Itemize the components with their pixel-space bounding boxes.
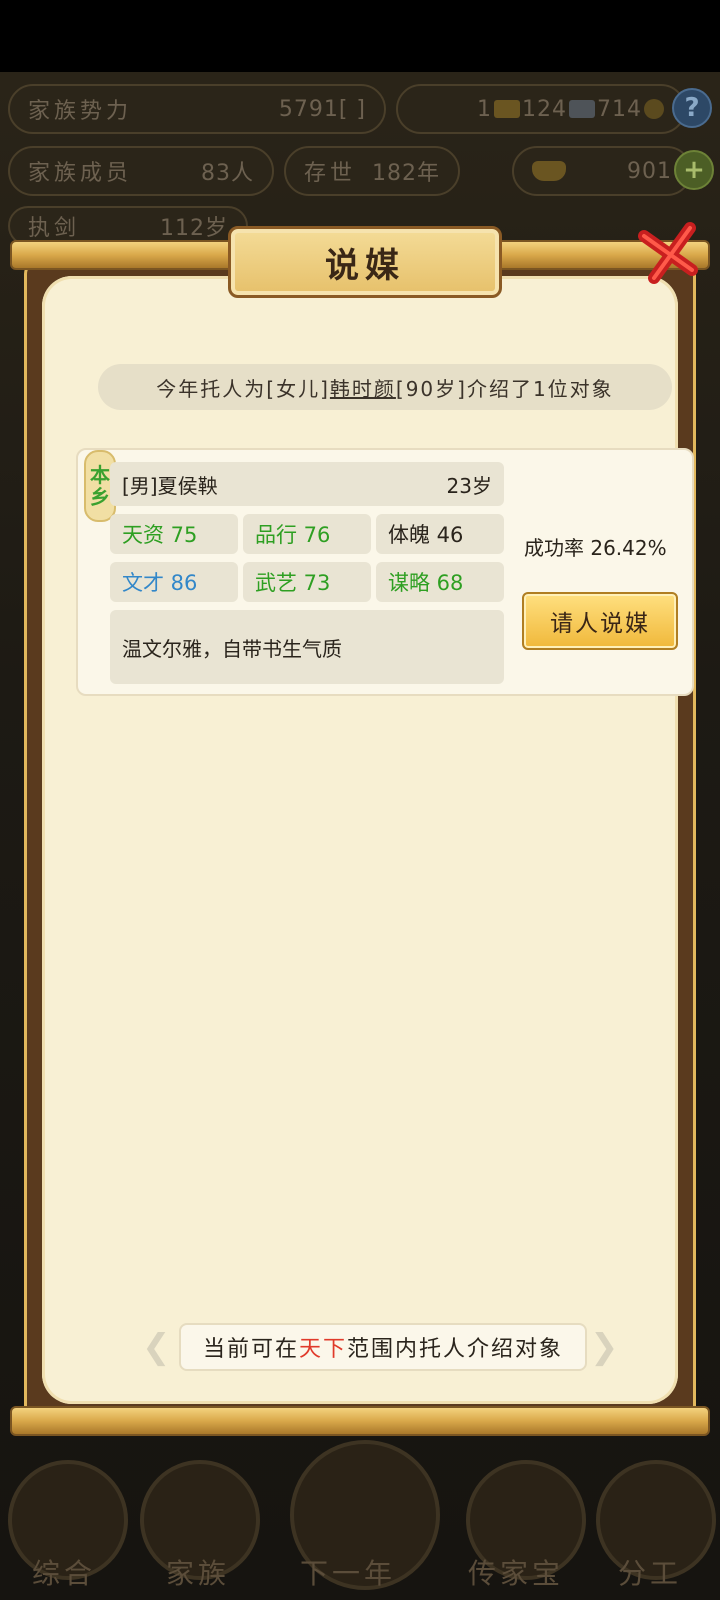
matchmaking-dialog: 今年托人为[女儿] 韩时颜 [90岁]介绍了1位对象 本 乡 [男]夏侯鞅 23… (10, 222, 710, 1440)
stat-conduct: 品行 76 (243, 514, 371, 554)
daughter-name-link[interactable]: 韩时颜 (330, 373, 396, 402)
stat-strategy: 谋略 68 (376, 562, 504, 602)
currency-pill: 1 124 714 (396, 84, 686, 134)
generations-pill: 存世 182年 (284, 146, 460, 196)
members-pill: 家族成员 83人 (8, 146, 274, 196)
candidate-name: [男]夏侯鞅 (122, 473, 218, 498)
clan-power-label: 家族势力 (28, 99, 133, 124)
clan-head-age: 112岁 (160, 216, 228, 241)
generations-label: 存世 (304, 161, 357, 186)
dialog-title-plaque: 说媒 (228, 226, 502, 298)
origin-tag-line1: 本 (90, 463, 110, 487)
gold-ingot-icon (494, 100, 520, 118)
stat-physique: 体魄 46 (376, 514, 504, 554)
yuanbao-value: 901 (627, 158, 672, 184)
clan-power-pill: 家族势力 5791[ ] (8, 84, 386, 134)
clan-head-label: 执剑 (28, 216, 81, 241)
candidate-name-row: [男]夏侯鞅 23岁 (110, 462, 504, 506)
dialog-paper: 今年托人为[女儿] 韩时颜 [90岁]介绍了1位对象 本 乡 [男]夏侯鞅 23… (42, 276, 694, 1404)
gold-ingot-count: 1 (477, 96, 492, 122)
silver-ingot-count: 124 (522, 96, 567, 122)
nav-next-year-label: 下一年 (300, 1557, 397, 1590)
clan-power-value: 5791[ ] (278, 96, 366, 122)
close-icon (638, 222, 698, 284)
footer-note: ❮ 当前可在 天下 范围内托人介绍对象 ❯ (142, 1323, 624, 1371)
yuanbao-icon (532, 161, 566, 181)
candidate-card: 本 乡 [男]夏侯鞅 23岁 天资 75 品行 76 体魄 46 文才 86 武… (76, 448, 694, 696)
coin-icon (644, 99, 664, 119)
footer-highlight: 天下 (298, 1337, 347, 1362)
bottom-nav: 综合 家族 下一年 传家宝 分工 (0, 1440, 720, 1600)
status-bar (0, 0, 720, 72)
nav-assign-label: 分工 (618, 1557, 683, 1590)
origin-tag-line2: 乡 (90, 485, 110, 509)
nav-general-label: 综合 (32, 1557, 97, 1590)
nav-clan-label: 家族 (166, 1557, 231, 1590)
stat-martial: 武艺 73 (243, 562, 371, 602)
footer-pill: 当前可在 天下 范围内托人介绍对象 (178, 1323, 588, 1371)
chevron-left-icon: ❮ (142, 1327, 171, 1367)
bottom-scroll-rod (10, 1406, 710, 1436)
close-button[interactable] (634, 218, 702, 286)
yuanbao-pill: 901 (512, 146, 692, 196)
footer-suffix: 范围内托人介绍对象 (347, 1337, 564, 1362)
chevron-right-icon: ❯ (590, 1327, 619, 1367)
candidate-description: 温文尔雅，自带书生气质 (110, 610, 504, 684)
help-button[interactable]: ? (672, 88, 712, 128)
request-matchmaker-button[interactable]: 请人说媒 (522, 592, 678, 650)
stat-literary: 文才 86 (110, 562, 238, 602)
candidate-age: 23岁 (446, 473, 492, 498)
footer-prefix: 当前可在 (202, 1337, 299, 1362)
add-yuanbao-button[interactable]: + (674, 150, 714, 190)
stat-talent: 天资 75 (110, 514, 238, 554)
intro-bar: 今年托人为[女儿] 韩时颜 [90岁]介绍了1位对象 (98, 364, 672, 410)
success-rate: 成功率 26.42% (524, 535, 667, 560)
members-label: 家族成员 (28, 161, 133, 186)
generations-value: 182年 (372, 161, 440, 186)
silver-ingot-icon (569, 100, 595, 118)
members-value: 83人 (201, 161, 254, 186)
coin-count: 714 (597, 96, 642, 122)
nav-heirloom-label: 传家宝 (468, 1557, 565, 1590)
intro-suffix: [90岁]介绍了1位对象 (395, 376, 614, 401)
intro-prefix: 今年托人为[女儿] (156, 376, 330, 401)
dialog-title: 说媒 (325, 245, 405, 286)
